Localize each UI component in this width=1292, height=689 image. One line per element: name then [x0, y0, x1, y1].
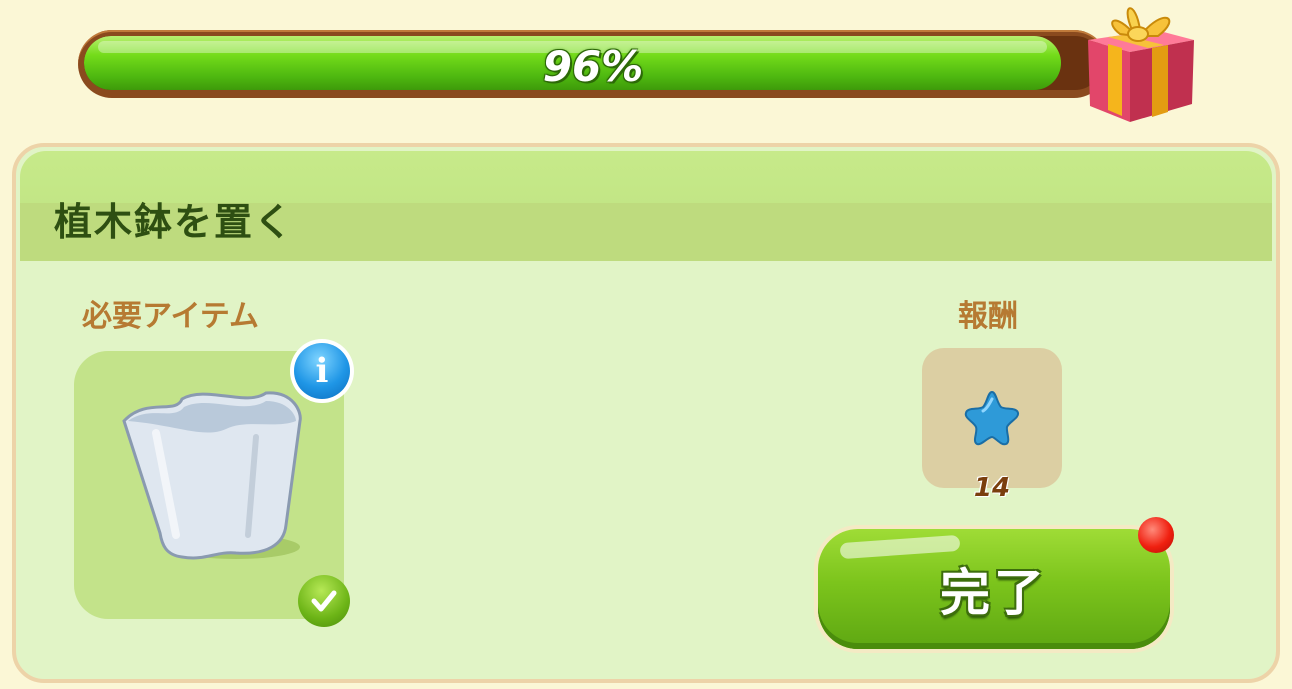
notification-dot	[1138, 517, 1174, 553]
gift-box-icon[interactable]	[1074, 0, 1204, 128]
reward-label: 報酬	[958, 299, 1018, 334]
complete-button-face: 完了	[818, 529, 1170, 649]
progress-track-inner: 96%	[84, 36, 1102, 90]
quest-card: 植木鉢を置く 必要アイテム 報酬 i 14 完了	[12, 143, 1280, 683]
checkmark-icon	[298, 575, 350, 627]
complete-button-label: 完了	[940, 564, 1048, 622]
progress-bar: 96%	[78, 30, 1108, 98]
quest-title: 植木鉢を置く	[54, 200, 295, 244]
flower-pot-icon	[122, 391, 302, 560]
info-icon: i	[294, 343, 350, 399]
progress-percent-text: 96%	[542, 42, 644, 90]
complete-button[interactable]: 完了	[814, 525, 1174, 653]
reward-count: 14	[973, 473, 1011, 503]
info-button[interactable]: i	[290, 339, 354, 403]
blue-star-icon	[964, 390, 1020, 446]
required-items-label: 必要アイテム	[82, 299, 259, 334]
